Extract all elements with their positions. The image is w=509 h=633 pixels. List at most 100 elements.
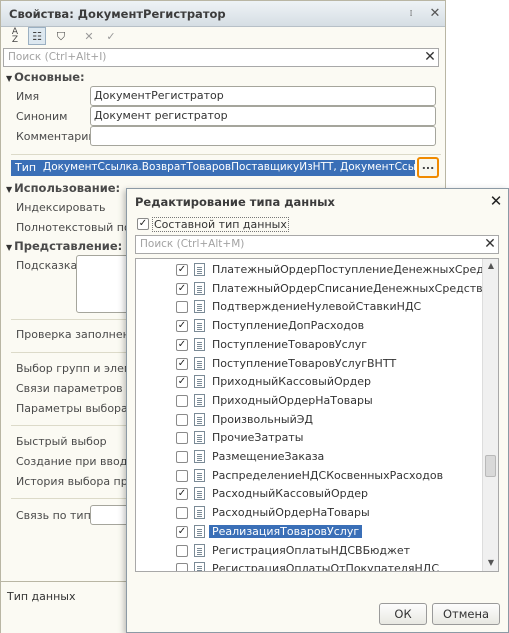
scroll-up-icon[interactable]: ▲ [483, 259, 498, 273]
item-checkbox[interactable] [176, 394, 188, 407]
section-usage[interactable]: ▼ Использование: [6, 181, 120, 195]
tree-item[interactable]: ✓ ПоступлениеТоваровУслуг [136, 336, 482, 355]
item-checkbox[interactable] [176, 451, 188, 463]
sort-alpha-icon[interactable]: AZ [6, 28, 24, 46]
synonym-field[interactable]: Документ регистратор [90, 106, 436, 126]
tree-item[interactable]: ✓ ПлатежныйОрдерСписаниеДенежныхСредств [136, 280, 483, 299]
categories-icon[interactable]: ☷ [28, 27, 46, 45]
item-checkbox[interactable]: ✓ [176, 488, 188, 501]
scrollbar-thumb[interactable] [485, 455, 496, 477]
document-icon [194, 450, 205, 463]
dialog-title: Редактирование типа данных [135, 195, 335, 209]
item-checkbox[interactable] [176, 544, 188, 557]
dialog-close-icon[interactable]: ✕ [487, 192, 505, 210]
clear-icon[interactable]: ✕ [80, 28, 98, 46]
comment-field[interactable] [90, 126, 436, 146]
item-checkbox[interactable] [176, 469, 188, 482]
properties-search[interactable]: Поиск (Ctrl+Alt+I) ✕ [3, 48, 439, 67]
tree-item-label: РеализацияТоваровУслуг [209, 524, 363, 538]
type-value[interactable]: ДокументСсылка.ВозвратТоваровПоставщикуИ… [43, 161, 415, 173]
section-presentation[interactable]: ▼ Представление: [6, 239, 122, 253]
select-params-label: Параметры выбора [16, 402, 126, 415]
name-field[interactable]: ДокументРегистратор [90, 86, 436, 106]
divider [11, 498, 127, 499]
close-icon[interactable]: ✕ [427, 6, 443, 22]
check-icon[interactable]: ✓ [102, 28, 120, 46]
comment-label: Комментарий [16, 130, 96, 143]
divider [11, 319, 127, 320]
item-checkbox[interactable]: ✓ [176, 264, 188, 276]
filter-icon[interactable]: ⛉ [52, 28, 70, 46]
scroll-down-icon[interactable]: ▼ [483, 556, 498, 570]
item-checkbox[interactable]: ✓ [176, 338, 188, 351]
tree-item[interactable]: РегистрацияОплатыНДСВБюджет [136, 542, 482, 561]
type-tree-list[interactable]: ✓ ПлатежныйОрдерПоступлениеДенежныхСредст… [135, 258, 499, 572]
tree-item-label: РаспределениеНДСКосвенныхРасходов [212, 468, 444, 482]
tree-item[interactable]: ✓ ПлатежныйОрдерПоступлениеДенежныхСредст… [136, 261, 498, 280]
ok-button[interactable]: ОК [379, 603, 427, 625]
document-icon [194, 375, 205, 389]
properties-search-input[interactable]: Поиск (Ctrl+Alt+I) [8, 51, 106, 63]
properties-titlebar: Свойства: ДокументРегистратор ⁞ ✕ [1, 1, 445, 27]
tree-item-label: ПриходныйКассовыйОрдер [212, 375, 371, 389]
properties-title: Свойства: ДокументРегистратор [9, 7, 226, 21]
tree-item[interactable]: РасходныйОрдерНаТовары [136, 504, 482, 523]
search-clear-icon[interactable]: ✕ [423, 50, 437, 65]
item-checkbox[interactable] [176, 301, 188, 314]
item-checkbox[interactable]: ✓ [176, 282, 188, 295]
document-icon [194, 356, 205, 370]
dialog-search-input[interactable]: Поиск (Ctrl+Alt+M) [140, 238, 244, 250]
tree-item[interactable]: ПрочиеЗатраты [136, 429, 482, 448]
search-clear-icon[interactable]: ✕ [483, 237, 497, 252]
tree-item[interactable]: ПроизвольныйЭД [136, 411, 482, 430]
composite-type-label: Составной тип данных [152, 217, 289, 232]
tree-item[interactable]: РаспределениеНДСКосвенныхРасходов [136, 467, 482, 486]
scrollbar[interactable]: ▲ ▼ [482, 259, 498, 571]
tree-item-label: ПодтверждениеНулевойСтавкиНДС [212, 300, 422, 314]
item-checkbox[interactable] [176, 563, 188, 571]
document-icon [194, 393, 205, 407]
tree-item[interactable]: ПриходныйОрдерНаТовары [136, 392, 482, 411]
tree-item[interactable]: ✓ ПриходныйКассовыйОрдер [136, 373, 482, 392]
tree-item-label: РегистрацияОплатыНДСВБюджет [212, 543, 411, 557]
tree-item-label: РасходныйКассовыйОрдер [212, 487, 368, 501]
item-checkbox[interactable] [176, 432, 188, 445]
edit-data-type-dialog: Редактирование типа данных ✕ ✓ Составной… [126, 188, 509, 633]
type-edit-button[interactable]: ... [417, 157, 439, 178]
cancel-button[interactable]: Отмена [432, 603, 500, 625]
composite-checkbox-box[interactable]: ✓ [137, 218, 149, 230]
name-label: Имя [16, 90, 40, 103]
synonym-label: Синоним [16, 110, 68, 123]
item-checkbox[interactable]: ✓ [176, 525, 188, 538]
collapse-triangle-icon[interactable]: ▼ [6, 243, 12, 252]
dialog-search[interactable]: Поиск (Ctrl+Alt+M) ✕ [135, 235, 499, 254]
tree-item[interactable]: ✓ ПоступлениеТоваровУслугВНТТ [136, 355, 482, 374]
tree-item[interactable]: ПодтверждениеНулевойСтавкиНДС [136, 298, 482, 317]
tree-item[interactable]: ✓ РасходныйКассовыйОрдер [136, 485, 482, 504]
tree-item[interactable]: РегистрацияОплатыОтПокупателяНДС [136, 560, 482, 572]
menu-dots-icon[interactable]: ⁞ [403, 6, 419, 22]
item-checkbox[interactable] [176, 413, 188, 426]
properties-toolbar: AZ ☷ ⛉ ✕ ✓ [1, 27, 445, 47]
fulltext-label: Полнотекстовый поиск [16, 221, 126, 234]
item-checkbox[interactable] [176, 507, 188, 520]
collapse-triangle-icon[interactable]: ▼ [6, 185, 12, 194]
tree-item[interactable]: РазмещениеЗаказа [136, 448, 482, 467]
section-main[interactable]: ▼ Основные: [6, 70, 85, 84]
tree-item[interactable]: ✓ ПоступлениеДопРасходов [136, 317, 482, 336]
document-icon [194, 431, 205, 445]
collapse-triangle-icon[interactable]: ▼ [6, 74, 12, 83]
item-checkbox[interactable]: ✓ [176, 357, 188, 370]
item-checkbox[interactable]: ✓ [176, 320, 188, 333]
item-checkbox[interactable]: ✓ [176, 376, 188, 389]
document-icon [194, 263, 205, 276]
document-icon [194, 319, 205, 333]
tree-item-label: РегистрацияОплатыОтПокупателяНДС [212, 562, 439, 572]
link-by-type-field[interactable] [90, 505, 130, 525]
document-icon [194, 562, 205, 571]
document-icon [194, 281, 205, 295]
tree-item[interactable]: ✓ РеализацияТоваровУслуг [136, 523, 482, 542]
quick-select-label: Быстрый выбор [16, 435, 107, 448]
tree-item-label: ПоступлениеТоваровУслугВНТТ [212, 356, 397, 370]
divider [11, 352, 127, 353]
